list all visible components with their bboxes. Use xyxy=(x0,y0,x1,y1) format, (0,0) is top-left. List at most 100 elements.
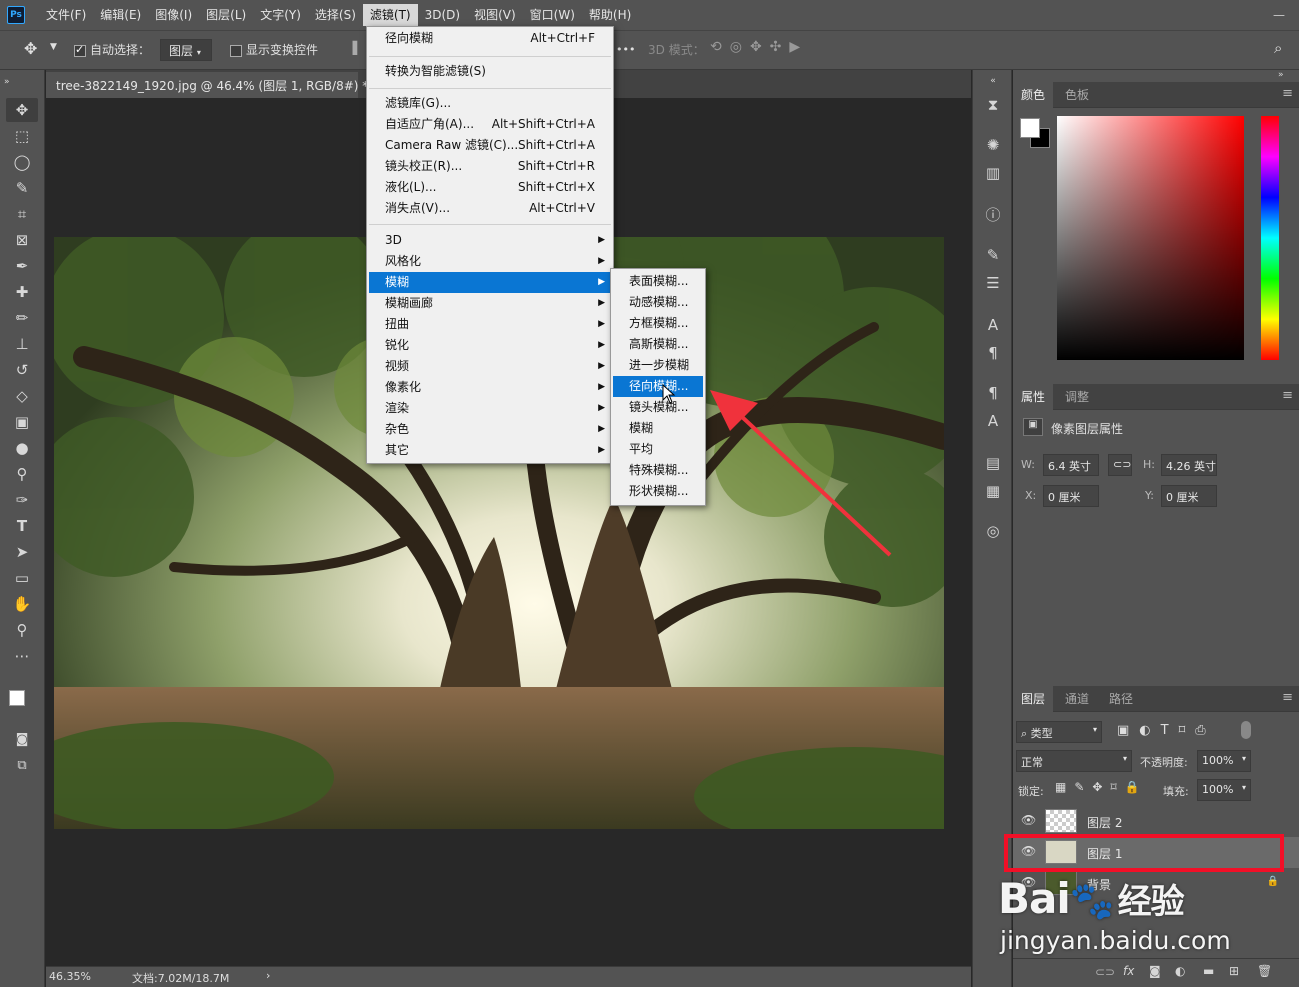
auto-select-dropdown[interactable]: 图层 ▾ xyxy=(160,39,212,61)
menu-item-filter-gallery[interactable]: 滤镜库(G)... xyxy=(369,93,611,114)
panel-menu-icon[interactable]: ≡ xyxy=(1282,690,1293,705)
panel-menu-icon[interactable]: ≡ xyxy=(1282,388,1293,403)
search-icon[interactable]: ⌕ xyxy=(1274,39,1282,57)
hue-slider[interactable] xyxy=(1261,116,1279,360)
type-tool-icon[interactable]: T xyxy=(6,514,38,538)
paragraph-icon[interactable]: ¶ xyxy=(981,342,1005,364)
menu-item-blur-gallery[interactable]: 模糊画廊 ▶ xyxy=(369,293,611,314)
sliders-icon[interactable]: ☰ xyxy=(981,272,1005,294)
width-input[interactable]: 6.4 英寸 xyxy=(1043,454,1099,476)
tab-properties[interactable]: 属性 xyxy=(1013,384,1054,410)
blend-mode-select[interactable]: 正常 ▾ xyxy=(1016,750,1132,772)
submenu-item-motion-blur[interactable]: 动感模糊... xyxy=(613,292,703,313)
auto-select-checkbox[interactable]: 自动选择： xyxy=(74,41,150,58)
layer-filter-kind[interactable]: ⌕ 类型 ▾ xyxy=(1016,721,1102,743)
marquee-tool-icon[interactable]: ⬚ xyxy=(6,124,38,148)
link-icon[interactable]: ⊂⊃ xyxy=(1108,454,1132,476)
more-tools-icon[interactable]: ⋯ xyxy=(6,644,38,668)
fill-input[interactable]: 100% ▾ xyxy=(1197,779,1251,801)
submenu-item-blur[interactable]: 模糊 xyxy=(613,418,703,439)
menu-select[interactable]: 选择(S) xyxy=(308,4,363,26)
move-tool-icon[interactable]: ✥ xyxy=(24,39,37,58)
more-options-button[interactable]: ••• xyxy=(616,43,635,56)
3d-mode-icons[interactable]: ⟲◎✥✣▶ xyxy=(710,39,808,55)
learn-icon[interactable]: ◎ xyxy=(981,520,1005,542)
collapse-toolbox-icon[interactable]: » xyxy=(4,70,36,94)
color-field[interactable] xyxy=(1057,116,1244,360)
menu-item-pixelate[interactable]: 像素化 ▶ xyxy=(369,377,611,398)
submenu-item-shape-blur[interactable]: 形状模糊... xyxy=(613,481,703,502)
tab-paths[interactable]: 路径 xyxy=(1101,686,1141,712)
fx-button[interactable]: fx xyxy=(1123,964,1134,978)
tab-color[interactable]: 颜色 xyxy=(1013,82,1054,108)
submenu-item-box-blur[interactable]: 方框模糊... xyxy=(613,313,703,334)
trash-icon[interactable]: 🗑 xyxy=(1257,964,1272,978)
lock-icons[interactable]: ▦✎✥⌑🔒 xyxy=(1055,780,1148,794)
blur-tool-icon[interactable]: ● xyxy=(6,436,38,460)
path-select-icon[interactable]: ➤ xyxy=(6,540,38,564)
zoom-level[interactable]: 46.35% xyxy=(49,970,91,983)
chevron-down-icon[interactable]: ▼ xyxy=(50,42,57,52)
character-icon[interactable]: A xyxy=(981,314,1005,336)
history-brush-icon[interactable]: ↺ xyxy=(6,358,38,382)
foreground-color-swatch[interactable] xyxy=(9,690,25,706)
menu-item-vanishing-point[interactable]: 消失点(V)... Alt+Ctrl+V xyxy=(369,198,611,219)
menu-item-video[interactable]: 视频 ▶ xyxy=(369,356,611,377)
menu-window[interactable]: 窗口(W) xyxy=(523,4,582,26)
collapse-icon[interactable]: » xyxy=(1278,70,1284,80)
stamp-tool-icon[interactable]: ⊥ xyxy=(6,332,38,356)
pen-tool-icon[interactable]: ✑ xyxy=(6,488,38,512)
brush-settings-icon[interactable]: ✎ xyxy=(981,244,1005,266)
menu-item-distort[interactable]: 扭曲 ▶ xyxy=(369,314,611,335)
submenu-item-radial-blur[interactable]: 径向模糊... xyxy=(613,376,703,397)
opacity-input[interactable]: 100% ▾ xyxy=(1197,750,1251,772)
tab-swatches[interactable]: 色板 xyxy=(1057,82,1097,108)
eyedropper-tool-icon[interactable]: ✒ xyxy=(6,254,38,278)
add-mask-icon[interactable]: ◙ xyxy=(1149,964,1161,978)
foreground-swatch[interactable] xyxy=(1020,118,1040,138)
menu-item-sharpen[interactable]: 锐化 ▶ xyxy=(369,335,611,356)
info-icon[interactable]: ⓘ xyxy=(981,204,1005,226)
submenu-item-gaussian-blur[interactable]: 高斯模糊... xyxy=(613,334,703,355)
tab-channels[interactable]: 通道 xyxy=(1057,686,1097,712)
menu-item-stylize[interactable]: 风格化 ▶ xyxy=(369,251,611,272)
new-layer-icon[interactable]: ⊞ xyxy=(1229,964,1239,978)
move-tool-icon[interactable]: ✥ xyxy=(6,98,38,122)
hand-tool-icon[interactable]: ✋ xyxy=(6,592,38,616)
collapse-icon[interactable]: « xyxy=(981,70,1005,92)
quick-select-tool-icon[interactable]: ✎ xyxy=(6,176,38,200)
menu-item-adaptive-wide-angle[interactable]: 自适应广角(A)... Alt+Shift+Ctrl+A xyxy=(369,114,611,135)
eraser-tool-icon[interactable]: ◇ xyxy=(6,384,38,408)
panel-menu-icon[interactable]: ≡ xyxy=(1282,86,1293,101)
document-tab[interactable]: tree-3822149_1920.jpg @ 46.4% (图层 1, RGB… xyxy=(46,72,388,98)
menu-item-lens-correction[interactable]: 镜头校正(R)... Shift+Ctrl+R xyxy=(369,156,611,177)
submenu-item-blur-more[interactable]: 进一步模糊 xyxy=(613,355,703,376)
screen-mode-icon[interactable]: ⧉ xyxy=(6,754,38,778)
menu-type[interactable]: 文字(Y) xyxy=(253,4,308,26)
menu-image[interactable]: 图像(I) xyxy=(148,4,199,26)
brush-tool-icon[interactable]: ✏ xyxy=(6,306,38,330)
menu-item-camera-raw[interactable]: Camera Raw 滤镜(C)... Shift+Ctrl+A xyxy=(369,135,611,156)
menu-item-other[interactable]: 其它 ▶ xyxy=(369,440,611,461)
y-input[interactable]: 0 厘米 xyxy=(1161,485,1217,507)
filter-toggle[interactable] xyxy=(1241,721,1251,739)
tab-adjustments[interactable]: 调整 xyxy=(1057,384,1097,410)
menu-help[interactable]: 帮助(H) xyxy=(582,4,638,26)
submenu-item-lens-blur[interactable]: 镜头模糊... xyxy=(613,397,703,418)
menu-item-render[interactable]: 渲染 ▶ xyxy=(369,398,611,419)
layer-filter-icons[interactable]: ▣◐T⌑⎙ xyxy=(1117,723,1216,738)
menu-layer[interactable]: 图层(L) xyxy=(199,4,253,26)
layer-row-2[interactable]: 👁 图层 2 xyxy=(1013,806,1299,837)
menu-item-last-filter[interactable]: 径向模糊 Alt+Ctrl+F xyxy=(369,28,611,49)
menu-item-liquify[interactable]: 液化(L)... Shift+Ctrl+X xyxy=(369,177,611,198)
character-style-icon[interactable]: A xyxy=(981,410,1005,432)
quick-mask-icon[interactable]: ◙ xyxy=(6,728,38,752)
menu-edit[interactable]: 编辑(E) xyxy=(93,4,148,26)
healing-brush-icon[interactable]: ✚ xyxy=(6,280,38,304)
paragraph-style-icon[interactable]: ¶ xyxy=(981,382,1005,404)
height-input[interactable]: 4.26 英寸 xyxy=(1161,454,1217,476)
histogram-icon[interactable]: ▥ xyxy=(981,162,1005,184)
crop-tool-icon[interactable]: ⌗ xyxy=(6,202,38,226)
align-icon[interactable]: ▐ xyxy=(348,41,357,55)
rectangle-tool-icon[interactable]: ▭ xyxy=(6,566,38,590)
